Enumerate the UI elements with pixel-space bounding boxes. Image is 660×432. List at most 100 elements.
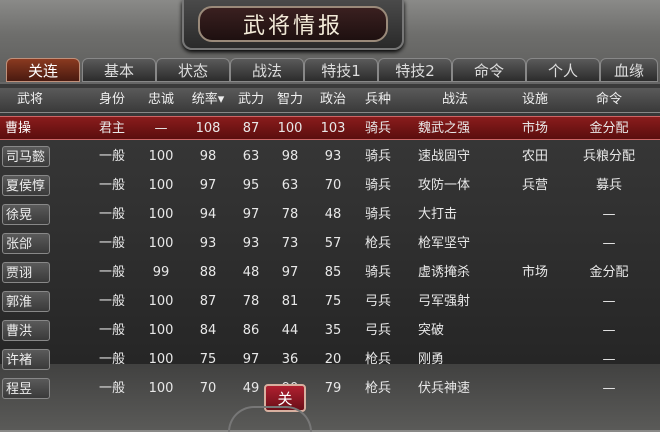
col-facility-cell: 农田 [521,149,548,164]
col-war-cell: 86 [242,323,260,338]
tab-orders[interactable]: 命令 [452,58,526,82]
window-title: 武将情报 [242,14,343,39]
col-loyalty-header[interactable]: 忠诚 [138,88,184,112]
col-politics-cell: 20 [324,352,342,367]
col-status-cell: 一般 [98,236,125,251]
col-leadership-cell: 75 [199,352,217,367]
col-intelligence-cell: 78 [281,207,299,222]
officer-name: 曹洪 [2,320,50,341]
col-politics-cell: 75 [324,294,342,309]
col-loyalty-cell: 99 [152,265,170,280]
col-intelligence-cell: 73 [281,236,299,251]
col-facility-cell: 兵营 [521,178,548,193]
tab-skill-2[interactable]: 特技2 [378,58,452,82]
col-unit-cell: 弓兵 [364,294,391,309]
col-status-cell: 一般 [98,149,125,164]
col-leadership-cell: 84 [199,323,217,338]
col-facility-cell: 市场 [521,265,548,280]
bottom-ornament [228,406,312,432]
col-war-cell: 48 [242,265,260,280]
table-row[interactable]: 许褚 一般 100 75 97 36 20 枪兵 刚勇 — [0,348,660,372]
col-unit-cell: 枪兵 [364,236,391,251]
col-intelligence-cell: 81 [281,294,299,309]
officer-name: 许褚 [2,349,50,370]
table-header: 武将 身份 忠诚 统率▾ 武力 智力 政治 兵种 战法 设施 命令 [0,88,660,113]
table-row[interactable]: 贾诩 一般 99 88 48 97 85 骑兵 虚诱掩杀 市场 金分配 [0,261,660,285]
table-row[interactable]: 曹洪 一般 100 84 86 44 35 弓兵 突破 — [0,319,660,343]
col-intelligence-header[interactable]: 智力 [270,88,310,112]
table-row[interactable]: 郭淮 一般 100 87 78 81 75 弓兵 弓军强射 — [0,290,660,314]
col-order-cell: 金分配 [589,265,629,280]
col-unit-cell: 枪兵 [364,352,391,367]
col-tactic-header[interactable]: 战法 [400,88,510,112]
table-row[interactable]: 程昱一般10070499079枪兵伏兵神速— [0,377,660,401]
col-unit-cell: 枪兵 [364,381,391,396]
col-politics-cell: 93 [324,149,342,164]
col-unit-cell: 弓兵 [364,323,391,338]
table-row[interactable]: 夏侯惇 一般 100 97 95 63 70 骑兵 攻防一体 兵营 募兵 [0,174,660,198]
col-status-cell: 一般 [98,294,125,309]
col-war-cell: 93 [242,236,260,251]
officer-name: 曹操 [5,121,32,136]
officer-name: 张郃 [2,233,50,254]
col-leadership-cell: 108 [195,121,221,136]
col-loyalty-cell: 100 [148,323,174,338]
col-politics-cell: 70 [324,178,342,193]
col-status-cell: 一般 [98,207,125,222]
col-war-cell: 87 [242,121,260,136]
col-war-cell: 97 [242,352,260,367]
tab-status[interactable]: 状态 [156,58,230,82]
col-leadership-cell: 93 [199,236,217,251]
col-status-cell: 一般 [98,352,125,367]
col-intelligence-cell: 97 [281,265,299,280]
tab-skill-1[interactable]: 特技1 [304,58,378,82]
col-politics-cell: 35 [324,323,342,338]
col-status-header[interactable]: 身份 [82,88,142,112]
col-officer-header[interactable]: 武将 [0,88,60,112]
col-leadership-cell: 70 [199,381,217,396]
col-war-header[interactable]: 武力 [232,88,270,112]
col-loyalty-cell: 100 [148,352,174,367]
col-order-cell: 金分配 [589,121,629,136]
col-facility-cell [510,377,560,401]
title-plate: 武将情报 [182,0,404,50]
col-unit-cell: 骑兵 [364,149,391,164]
col-leadership-cell: 88 [199,265,217,280]
table-row[interactable]: 徐晃 一般 100 94 97 78 48 骑兵 大打击 — [0,203,660,227]
title-frame: 武将情报 [198,6,388,42]
col-leadership-cell: 87 [199,294,217,309]
tab-bar: 关连 基本 状态 战法 特技1 特技2 命令 个人 血缘 [4,58,660,82]
table-row[interactable]: 曹操 君主 —108 87 100 103 骑兵 魏武之强 市场 金分配 [0,116,660,140]
officer-name: 徐晃 [2,204,50,225]
col-loyalty-cell: 100 [148,381,174,396]
col-leadership-cell: 98 [199,149,217,164]
tab-tactics[interactable]: 战法 [230,58,304,82]
col-status-cell: 一般 [98,265,125,280]
col-politics-header[interactable]: 政治 [310,88,356,112]
col-politics-cell: 79 [324,381,342,396]
col-facility-cell [510,290,560,314]
col-status-cell: 一般 [98,323,125,338]
col-intelligence-cell: 63 [281,178,299,193]
tab-relations[interactable]: 关连 [6,58,80,82]
col-intelligence-cell: 100 [277,121,303,136]
officer-name: 郭淮 [2,291,50,312]
col-loyalty-cell: 100 [148,178,174,193]
col-facility-header[interactable]: 设施 [510,88,560,112]
col-loyalty-cell: — [154,121,168,136]
tab-basic[interactable]: 基本 [82,58,156,82]
col-unit-header[interactable]: 兵种 [356,88,400,112]
col-loyalty-cell: 100 [148,294,174,309]
table-row[interactable]: 司马懿 一般 100 98 63 98 93 骑兵 速战固守 农田 兵粮分配 [0,145,660,169]
col-order-cell: — [602,381,616,396]
col-facility-cell [510,203,560,227]
col-intelligence-cell: 36 [281,352,299,367]
col-leadership-header[interactable]: 统率▾ [184,88,232,112]
col-order-header[interactable]: 命令 [560,88,658,112]
col-politics-cell: 48 [324,207,342,222]
tab-personal[interactable]: 个人 [526,58,600,82]
col-loyalty-cell: 100 [148,236,174,251]
table-row[interactable]: 张郃 一般 100 93 93 73 57 枪兵 枪军坚守 — [0,232,660,256]
col-status-cell: 一般 [98,178,125,193]
tab-lineage[interactable]: 血缘 [600,58,658,82]
